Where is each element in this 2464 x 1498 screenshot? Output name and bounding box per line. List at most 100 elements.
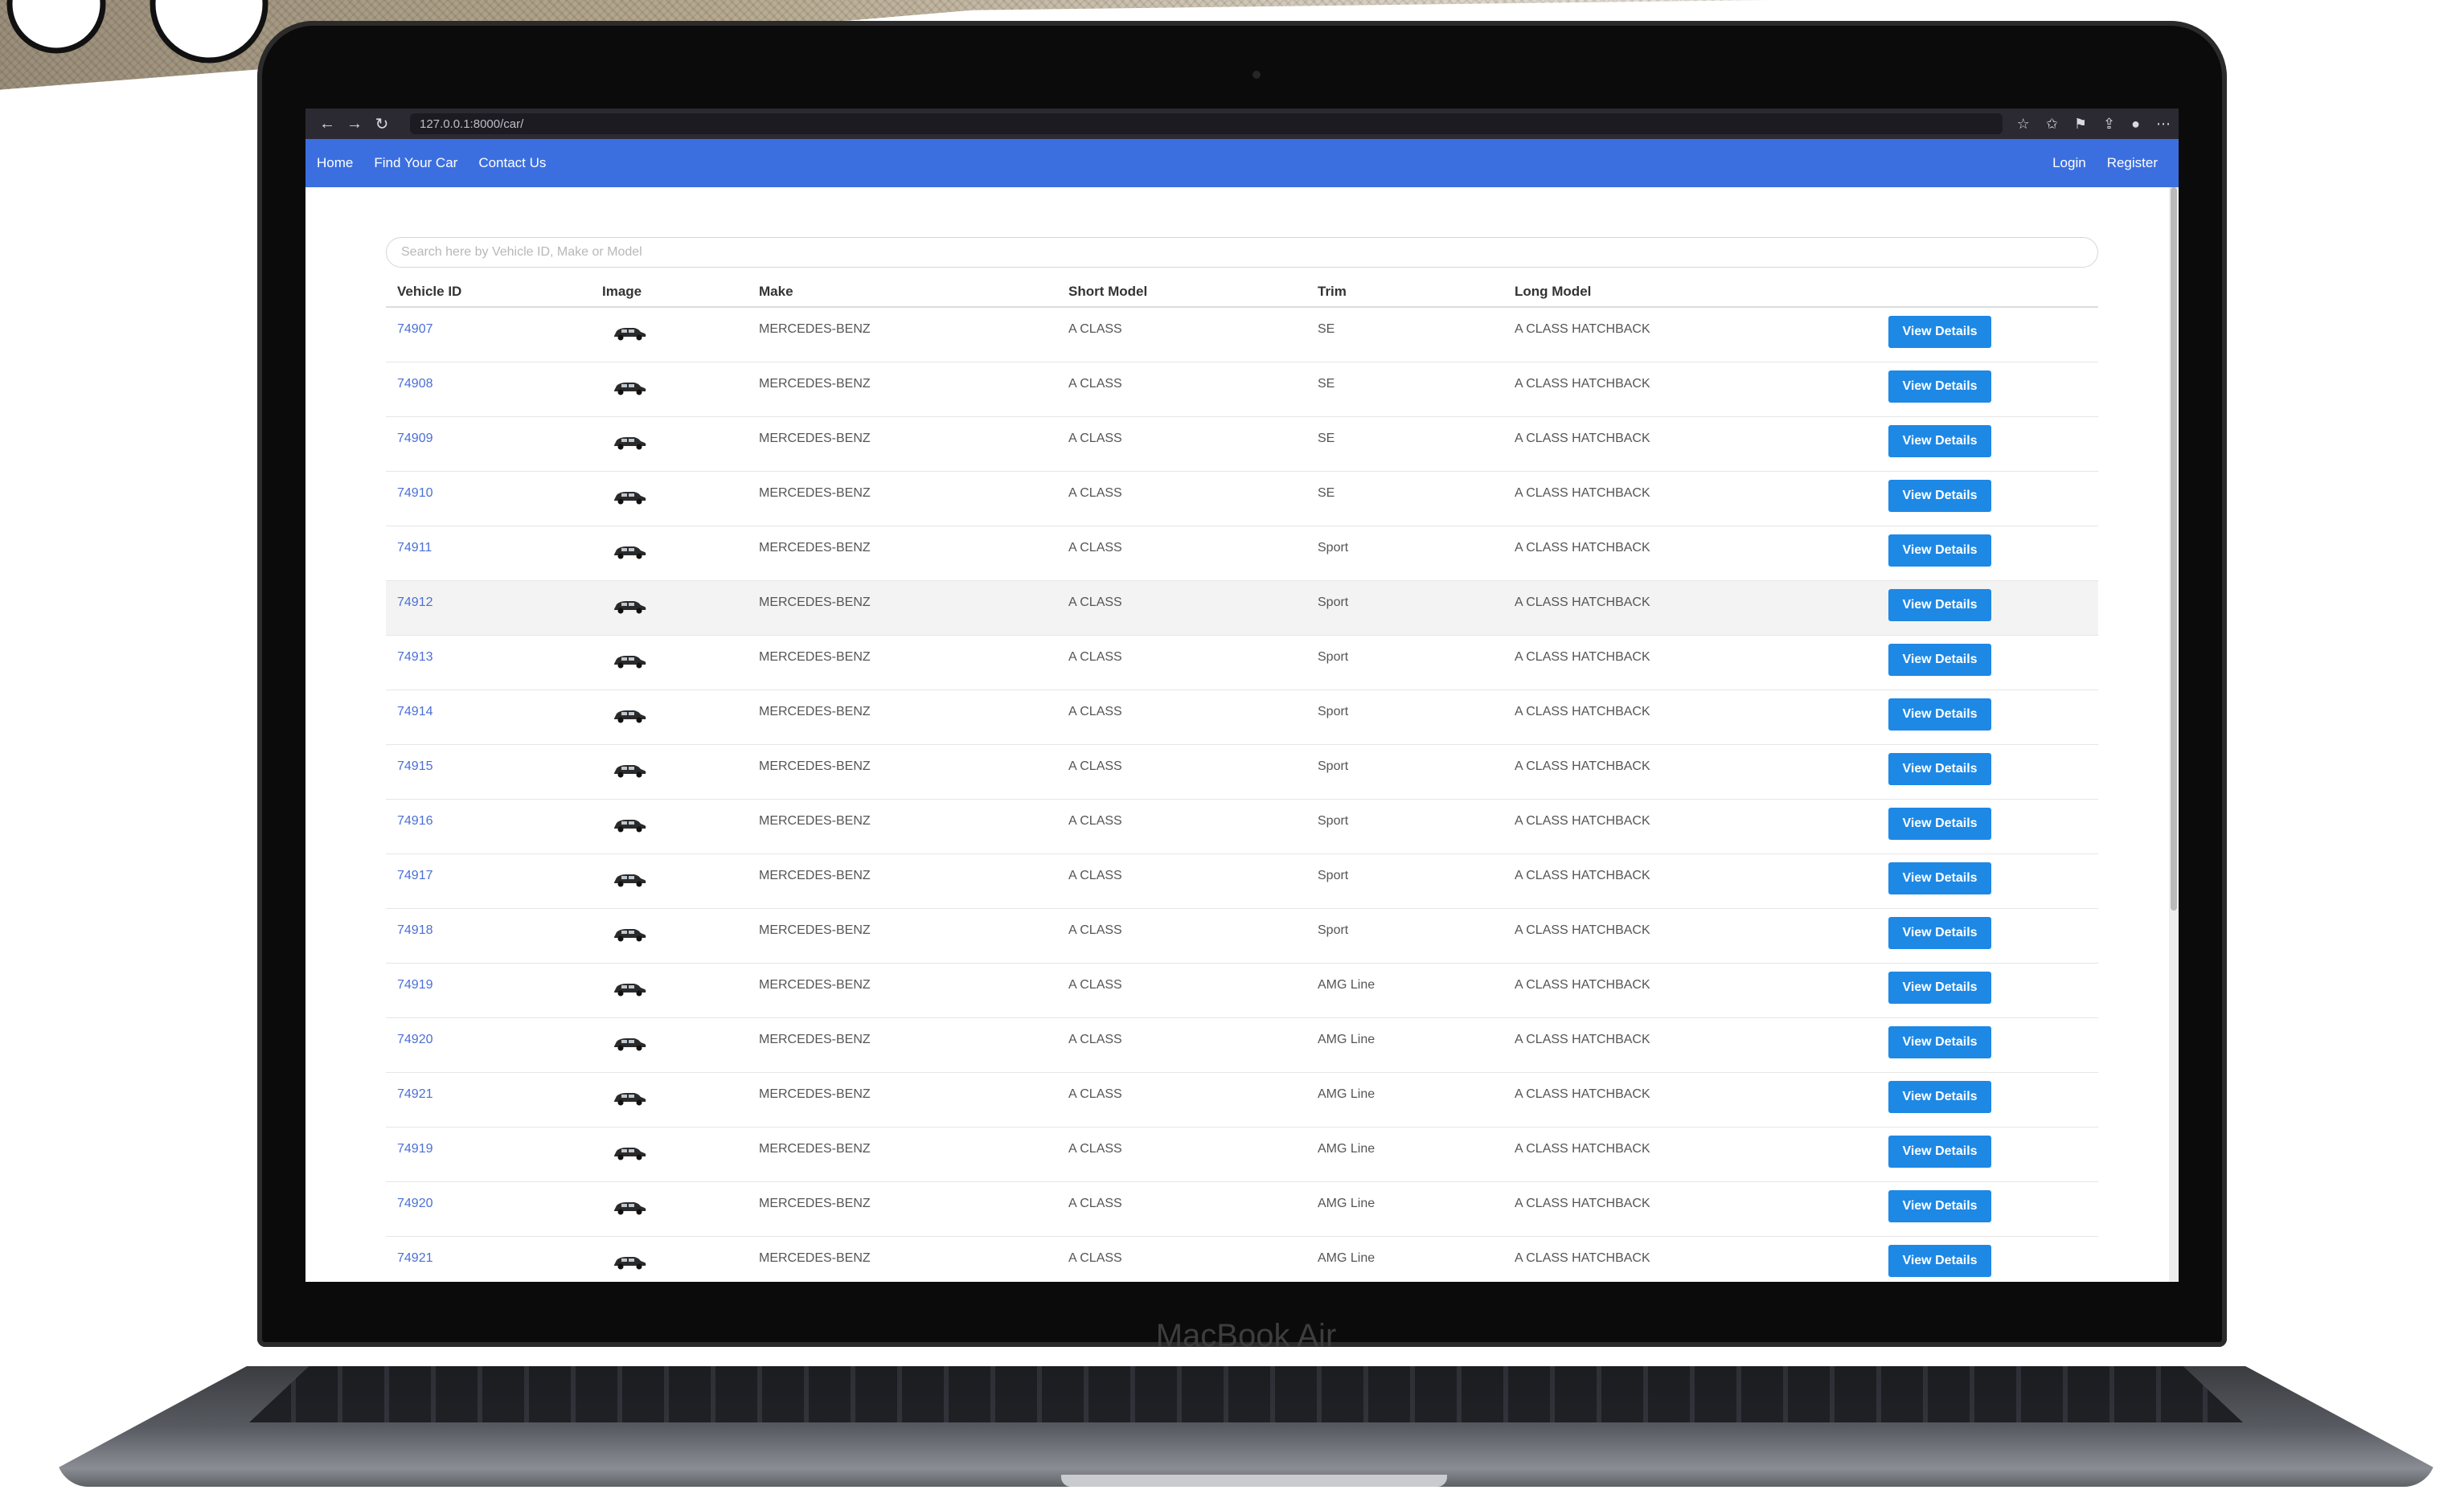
vehicle-id-link[interactable]: 74918 <box>397 923 433 937</box>
table-row: 74915 MERCEDES-BENZ A CLASS Sport A CLASS HA… <box>386 744 2098 800</box>
vehicle-id-link[interactable]: 74916 <box>397 814 433 828</box>
view-details-button[interactable]: View Details <box>1888 370 1991 403</box>
back-icon[interactable]: ← <box>314 115 341 133</box>
vehicle-id-link[interactable]: 74920 <box>397 1197 433 1210</box>
make-cell: MERCEDES-BENZ <box>748 362 1057 417</box>
nav-link-login[interactable]: Login <box>2052 155 2086 171</box>
column-header-trim: Trim <box>1306 277 1503 308</box>
vehicle-id-link[interactable]: 74917 <box>397 869 433 882</box>
vehicle-id-link[interactable]: 74915 <box>397 759 433 773</box>
column-header-vehicle-id: Vehicle ID <box>386 277 591 308</box>
vehicle-id-link[interactable]: 74920 <box>397 1033 433 1046</box>
laptop-screen: ← → ↻ 127.0.0.1:8000/car/ ☆ ✩ ⚑ ⇪ ● ⋯ Ho… <box>305 108 2179 1282</box>
short-model-cell: A CLASS <box>1057 1127 1306 1182</box>
view-details-button[interactable]: View Details <box>1888 752 1991 785</box>
view-details-button[interactable]: View Details <box>1888 971 1991 1004</box>
table-row: 74921 MERCEDES-BENZ A CLASS AMG Line A CLASS… <box>386 1072 2098 1128</box>
trim-cell: Sport <box>1306 526 1503 581</box>
actions-cell: View Details <box>1877 799 2098 854</box>
view-details-button[interactable]: View Details <box>1888 1244 1991 1277</box>
bookmark-star-icon[interactable]: ☆ <box>2017 116 2030 133</box>
view-details-button[interactable]: View Details <box>1888 588 1991 621</box>
profile-icon[interactable]: ● <box>2131 116 2140 133</box>
vehicle-id-link[interactable]: 74921 <box>397 1251 433 1265</box>
vehicle-id-link[interactable]: 74909 <box>397 432 433 445</box>
table-row: 74909 MERCEDES-BENZ A CLASS SE A CLASS HATCH… <box>386 416 2098 472</box>
long-model-cell: A CLASS HATCHBACK <box>1503 635 1877 690</box>
trim-cell: AMG Line <box>1306 963 1503 1018</box>
extensions-icon[interactable]: ⚑ <box>2074 116 2087 133</box>
table-row: 74920 MERCEDES-BENZ A CLASS AMG Line A CLASS… <box>386 1017 2098 1073</box>
short-model-cell: A CLASS <box>1057 690 1306 745</box>
view-details-button[interactable]: View Details <box>1888 534 1991 567</box>
make-cell: MERCEDES-BENZ <box>748 853 1057 909</box>
view-details-button[interactable]: View Details <box>1888 424 1991 457</box>
trim-cell: Sport <box>1306 635 1503 690</box>
column-header-actions <box>1877 277 2098 308</box>
vehicle-table: Vehicle ID Image Make Short Model Trim Long M… <box>386 277 2098 1282</box>
vehicle-id-link[interactable]: 74919 <box>397 978 433 992</box>
nav-link-home[interactable]: Home <box>317 155 353 171</box>
vehicle-id-link[interactable]: 74921 <box>397 1087 433 1101</box>
view-details-button[interactable]: View Details <box>1888 1080 1991 1113</box>
more-menu-icon[interactable]: ⋯ <box>2156 116 2171 133</box>
camera-icon <box>1252 71 1261 79</box>
trim-cell: AMG Line <box>1306 1181 1503 1237</box>
short-model-cell: A CLASS <box>1057 1236 1306 1282</box>
short-model-cell: A CLASS <box>1057 526 1306 581</box>
vehicle-id-link[interactable]: 74910 <box>397 486 433 500</box>
view-details-button[interactable]: View Details <box>1888 698 1991 731</box>
favorites-icon[interactable]: ✩ <box>2046 116 2058 133</box>
page-scrollbar[interactable] <box>2169 187 2179 1282</box>
long-model-cell: A CLASS HATCHBACK <box>1503 1181 1877 1237</box>
car-icon <box>612 1253 647 1271</box>
view-details-button[interactable]: View Details <box>1888 1135 1991 1168</box>
car-icon <box>612 761 647 779</box>
nav-link-register[interactable]: Register <box>2107 155 2158 171</box>
vehicle-id-link[interactable]: 74907 <box>397 322 433 336</box>
table-row: 74913 MERCEDES-BENZ A CLASS Sport A CLASS HA… <box>386 635 2098 690</box>
search-input[interactable] <box>386 237 2098 268</box>
view-details-button[interactable]: View Details <box>1888 643 1991 676</box>
main-content: Vehicle IDImageMakeShort ModelTrimLong M… <box>386 237 2098 1282</box>
view-details-button[interactable]: View Details <box>1888 1025 1991 1058</box>
reload-icon[interactable]: ↻ <box>368 114 396 134</box>
actions-cell: View Details <box>1877 1181 2098 1237</box>
share-icon[interactable]: ⇪ <box>2103 116 2115 133</box>
address-bar[interactable]: 127.0.0.1:8000/car/ <box>410 113 2003 134</box>
nav-link-contact-us[interactable]: Contact Us <box>478 155 546 171</box>
trim-cell: AMG Line <box>1306 1127 1503 1182</box>
table-row: 74907 MERCEDES-BENZ A CLASS SE A CLASS HATCH… <box>386 307 2098 362</box>
view-details-button[interactable]: View Details <box>1888 316 1991 348</box>
make-cell: MERCEDES-BENZ <box>748 799 1057 854</box>
actions-cell: View Details <box>1877 1127 2098 1182</box>
actions-cell: View Details <box>1877 362 2098 417</box>
scrollbar-thumb[interactable] <box>2171 187 2177 911</box>
short-model-cell: A CLASS <box>1057 362 1306 417</box>
long-model-cell: A CLASS HATCHBACK <box>1503 1127 1877 1182</box>
nav-link-find-your-car[interactable]: Find Your Car <box>374 155 457 171</box>
view-details-button[interactable]: View Details <box>1888 1189 1991 1222</box>
view-details-button[interactable]: View Details <box>1888 862 1991 894</box>
browser-toolbar: ← → ↻ 127.0.0.1:8000/car/ ☆ ✩ ⚑ ⇪ ● ⋯ <box>305 108 2179 139</box>
column-header-make: Make <box>748 277 1057 308</box>
car-icon <box>612 870 647 888</box>
forward-icon[interactable]: → <box>341 115 368 133</box>
car-icon <box>612 542 647 560</box>
vehicle-id-link[interactable]: 74913 <box>397 650 433 664</box>
long-model-cell: A CLASS HATCHBACK <box>1503 853 1877 909</box>
view-details-button[interactable]: View Details <box>1888 479 1991 512</box>
vehicle-id-link[interactable]: 74912 <box>397 596 433 609</box>
short-model-cell: A CLASS <box>1057 908 1306 964</box>
view-details-button[interactable]: View Details <box>1888 807 1991 840</box>
car-icon <box>612 597 647 615</box>
make-cell: MERCEDES-BENZ <box>748 1072 1057 1128</box>
actions-cell: View Details <box>1877 416 2098 472</box>
view-details-button[interactable]: View Details <box>1888 916 1991 949</box>
make-cell: MERCEDES-BENZ <box>748 1017 1057 1073</box>
vehicle-id-link[interactable]: 74911 <box>397 541 432 555</box>
long-model-cell: A CLASS HATCHBACK <box>1503 580 1877 636</box>
vehicle-id-link[interactable]: 74919 <box>397 1142 433 1156</box>
vehicle-id-link[interactable]: 74908 <box>397 377 433 391</box>
vehicle-id-link[interactable]: 74914 <box>397 705 433 718</box>
